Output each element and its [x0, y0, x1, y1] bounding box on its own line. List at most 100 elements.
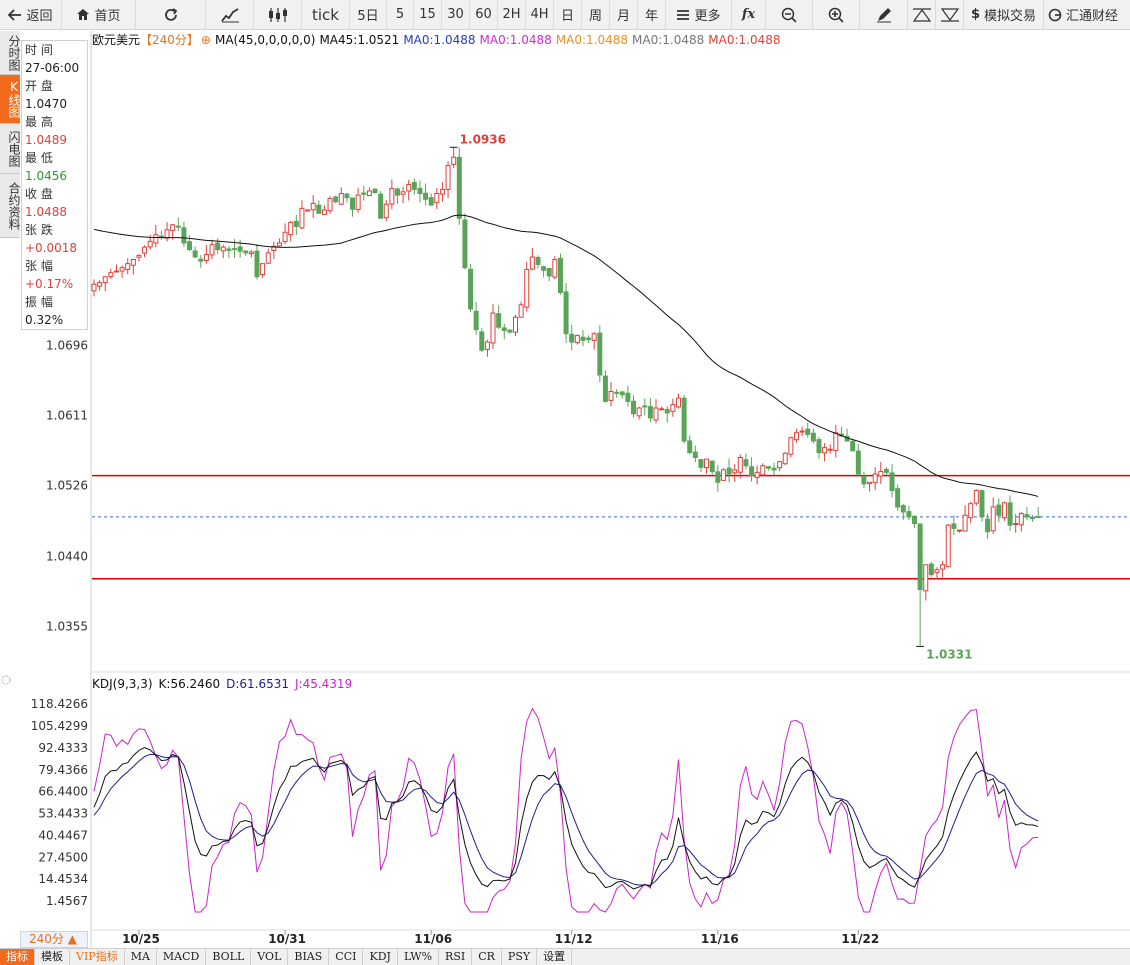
- candle-body: [720, 469, 726, 481]
- close-value: 1.0488: [25, 205, 67, 219]
- candle-body: [867, 481, 873, 485]
- kdj-legend: KDJ(9,3,3) K:56.2460 D:61.6531 J:45.4319: [92, 677, 358, 691]
- low-value: 1.0456: [25, 169, 67, 183]
- candle-body: [451, 156, 457, 165]
- candle-body: [822, 447, 828, 454]
- candle-body: [293, 220, 299, 228]
- candle-body: [940, 564, 946, 570]
- candle-body: [737, 457, 743, 473]
- candle-body: [934, 569, 940, 573]
- tab-psy[interactable]: PSY: [502, 949, 538, 965]
- candle-body: [305, 209, 311, 212]
- candle-body: [760, 465, 766, 476]
- tab-kdj[interactable]: KDJ: [363, 949, 398, 965]
- price-annotations: 1.0936 1.0331: [449, 132, 972, 661]
- candle-body: [636, 407, 642, 417]
- candle-body: [411, 182, 417, 190]
- candle-body: [777, 461, 783, 469]
- candle-body: [765, 466, 771, 469]
- candle-body: [501, 327, 507, 331]
- tab-macd[interactable]: MACD: [157, 949, 207, 965]
- crosshair-icon: [1, 675, 11, 685]
- candle-body: [754, 471, 760, 478]
- candle-body: [563, 291, 569, 335]
- time-tick-label: 11/12: [555, 932, 593, 946]
- kdj-tick-label: 1.4567: [46, 894, 88, 908]
- tab-cci[interactable]: CCI: [329, 949, 364, 965]
- low-label: 最 低: [25, 151, 53, 165]
- candle-body: [810, 432, 816, 442]
- candle-body: [192, 250, 198, 258]
- candle-body: [130, 259, 136, 266]
- candle-body: [546, 267, 552, 277]
- candle-body: [850, 441, 856, 452]
- candle-body: [1013, 523, 1019, 525]
- tab-rsi[interactable]: RSI: [439, 949, 473, 965]
- candle-body: [91, 283, 97, 292]
- settings-icon[interactable]: ⊕: [201, 33, 211, 47]
- candle-body: [209, 244, 215, 256]
- candle-body: [181, 227, 187, 244]
- open-label: 开 盘: [25, 79, 53, 93]
- candle-body: [136, 254, 142, 258]
- change-pct-value: +0.17%: [25, 277, 74, 291]
- ma-value-d: MA0:1.0488: [632, 33, 705, 47]
- candle-body: [805, 428, 811, 435]
- tab-ma[interactable]: MA: [125, 949, 157, 965]
- candle-body: [113, 270, 119, 273]
- candle-body: [900, 505, 906, 513]
- candle-body: [771, 467, 777, 471]
- candle-body: [400, 191, 406, 195]
- tab-lw[interactable]: LW%: [398, 949, 440, 965]
- price-tick-label: 1.0611: [46, 408, 88, 422]
- candle-body: [125, 263, 131, 270]
- amplitude-label: 振 幅: [25, 295, 53, 309]
- candle-body: [108, 272, 114, 277]
- candle-body: [439, 188, 445, 195]
- ma-value-b: MA0:1.0488: [479, 33, 552, 47]
- candle-body: [327, 197, 333, 212]
- candle-body: [119, 267, 125, 272]
- tab-vip-indicators[interactable]: VIP指标: [70, 949, 125, 965]
- candle-body: [557, 257, 563, 293]
- candle-body: [417, 187, 423, 195]
- candle-body: [198, 258, 204, 262]
- price-tick-label: 1.0440: [46, 550, 88, 564]
- candle-body: [187, 241, 193, 251]
- candle-body: [990, 506, 996, 532]
- tab-indicators[interactable]: 指标: [0, 949, 35, 965]
- candle-body: [316, 204, 322, 214]
- tab-boll[interactable]: BOLL: [206, 949, 252, 965]
- tab-cr[interactable]: CR: [472, 949, 502, 965]
- candle-body: [479, 331, 485, 351]
- candle-body: [794, 432, 799, 441]
- low-price-label: 1.0331: [926, 647, 972, 661]
- candle-body: [878, 471, 884, 477]
- tab-settings[interactable]: 设置: [537, 949, 573, 965]
- candle-body: [434, 193, 440, 204]
- candle-body: [614, 391, 620, 394]
- candle-body: [265, 252, 271, 264]
- price-tick-label: 1.0696: [46, 338, 88, 352]
- ma-value-a: MA0:1.0488: [403, 33, 476, 47]
- candle-body: [715, 471, 721, 483]
- candle-body: [529, 256, 535, 270]
- period-selector[interactable]: 240分 ▲: [20, 931, 88, 948]
- candle-body: [675, 397, 681, 408]
- tab-templates[interactable]: 模板: [35, 949, 70, 965]
- tab-bias[interactable]: BIAS: [288, 949, 330, 965]
- candle-body: [687, 440, 693, 454]
- kdj-tick-label: 27.4500: [38, 850, 88, 864]
- candle-body: [518, 304, 524, 318]
- candle-body: [574, 334, 580, 343]
- kdj-d-value: D:61.6531: [226, 677, 289, 691]
- kdj-tick-label: 14.4534: [38, 872, 88, 886]
- candle-body: [389, 188, 395, 205]
- kdj-k-value: K:56.2460: [158, 677, 221, 691]
- candle-body: [142, 246, 148, 254]
- candle-body: [282, 231, 288, 243]
- chart-canvas[interactable]: 1.07811.06961.06111.05261.04401.0355 1.0…: [0, 0, 1130, 948]
- kdj-tick-label: 92.4333: [38, 741, 88, 755]
- tab-vol[interactable]: VOL: [251, 949, 289, 965]
- candle-body: [243, 250, 249, 254]
